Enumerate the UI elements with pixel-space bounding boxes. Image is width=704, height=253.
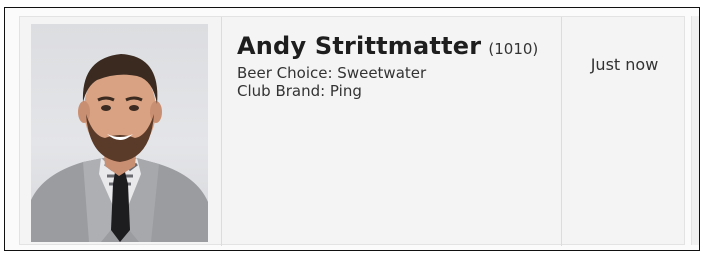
- member-id: (1010): [488, 40, 539, 58]
- member-photo: [31, 24, 208, 242]
- beer-choice: Beer Choice: Sweetwater: [237, 64, 427, 82]
- timestamp: Just now: [590, 55, 659, 74]
- club-brand: Club Brand: Ping: [237, 82, 362, 100]
- name-line: Andy Strittmatter (1010): [237, 31, 561, 64]
- time-cell: Just now: [563, 17, 686, 246]
- photo-cell: [20, 17, 222, 246]
- scroll-edge: [691, 16, 699, 245]
- member-list-frame: Andy Strittmatter (1010) Beer Choice: Sw…: [4, 7, 700, 251]
- member-photo-illustration: [31, 54, 208, 242]
- member-name[interactable]: Andy Strittmatter: [237, 32, 481, 60]
- member-card[interactable]: Andy Strittmatter (1010) Beer Choice: Sw…: [19, 16, 686, 246]
- member-info: Andy Strittmatter (1010) Beer Choice: Sw…: [223, 17, 562, 246]
